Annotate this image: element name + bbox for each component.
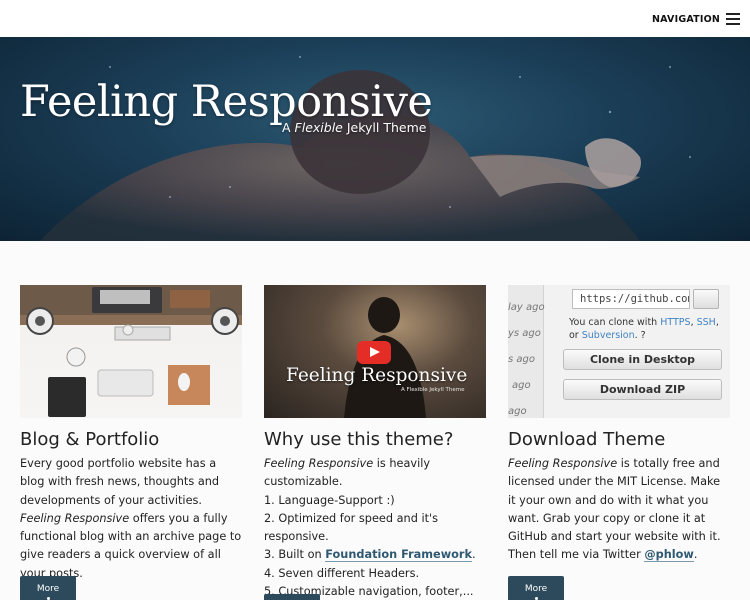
github-thumbnail[interactable]: lay ago ys ago s ago ago ago https://git…: [508, 285, 730, 418]
clipboard-icon[interactable]: [693, 289, 719, 309]
navigation-toggle[interactable]: NAVIGATION: [652, 9, 740, 29]
hamburger-icon: [726, 13, 740, 25]
top-bar: NAVIGATION: [0, 0, 750, 37]
more-button-why[interactable]: [264, 594, 320, 600]
feature-item: 2. Optimized for speed and it's responsi…: [264, 511, 439, 544]
more-button-blog[interactable]: More: [20, 576, 76, 600]
column-heading: Download Theme: [508, 429, 666, 450]
clone-hint: You can clone with HTTPS, SSH, or Subver…: [569, 317, 719, 341]
column-text: Feeling Responsive is totally free and l…: [508, 457, 721, 563]
column-heading: Blog & Portfolio: [20, 429, 160, 450]
column-download-theme: lay ago ys ago s ago ago ago https://git…: [508, 285, 730, 565]
column-text: Every good portfolio website has a blog …: [20, 457, 242, 580]
clone-in-desktop-button[interactable]: Clone in Desktop: [563, 349, 722, 370]
more-button-download[interactable]: More: [508, 576, 564, 600]
hero-subtitle: A Flexible Jekyll Theme: [282, 120, 427, 135]
feature-item: 1. Language-Support :): [264, 493, 395, 507]
column-text: Feeling Responsive is heavily customizab…: [264, 457, 476, 599]
download-zip-button[interactable]: Download ZIP: [563, 379, 722, 400]
column-blog-portfolio: Blog & Portfolio Every good portfolio we…: [20, 285, 242, 583]
feature-item: 3. Built on Foundation Framework.: [264, 548, 476, 563]
hero-swimmer-image: [40, 56, 691, 241]
desk-illustration: [20, 285, 242, 417]
desk-thumbnail[interactable]: [20, 285, 242, 418]
twitter-phlow-link[interactable]: @phlow: [644, 548, 694, 563]
column-heading: Why use this theme?: [264, 429, 454, 450]
youtube-play-icon[interactable]: [357, 341, 391, 364]
navigation-label: NAVIGATION: [652, 13, 720, 25]
foundation-framework-link[interactable]: Foundation Framework: [325, 548, 472, 563]
video-title: Feeling Responsive: [286, 365, 468, 386]
hero-banner: Feeling Responsive A Flexible Jekyll The…: [0, 37, 750, 241]
column-why-use-theme: Feeling Responsive A Flexible Jekyll The…: [264, 285, 486, 600]
clone-url-field[interactable]: https://github.com: [572, 289, 690, 309]
feature-item: 4. Seven different Headers.: [264, 566, 420, 580]
video-thumbnail[interactable]: Feeling Responsive A Flexible Jekyll The…: [264, 285, 486, 418]
video-subtitle: A Flexible Jekyll Theme: [401, 387, 465, 393]
